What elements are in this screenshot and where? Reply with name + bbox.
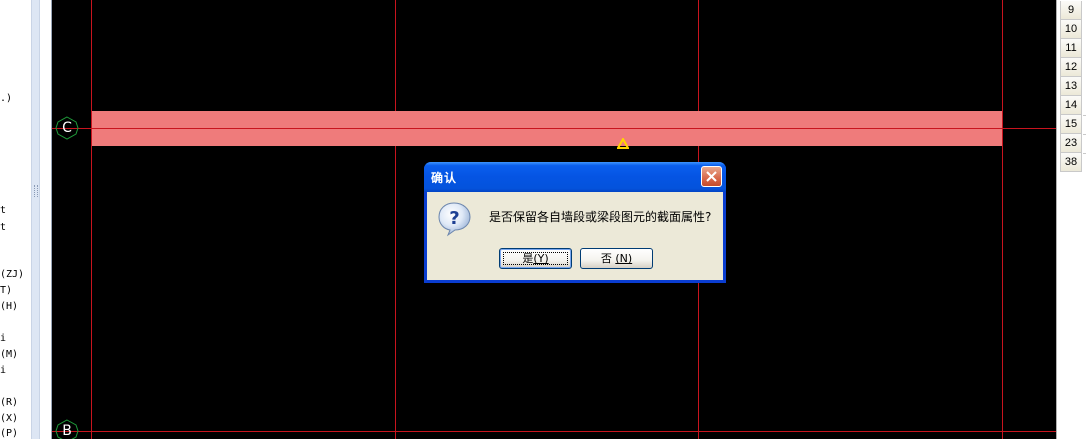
axis-bubble-c[interactable]: C	[55, 116, 79, 140]
axis-label-b: B	[62, 423, 72, 439]
row-number[interactable]: 13	[1060, 77, 1082, 96]
tree-item-fragment[interactable]: (P)	[0, 428, 18, 439]
no-button[interactable]: 否 (N)	[580, 248, 653, 269]
question-icon: ?	[438, 202, 471, 237]
tree-item-fragment[interactable]: i	[0, 365, 6, 376]
row-number-panel: 9 10 11 12 13 14 15 23 38	[1060, 0, 1086, 439]
grid-line-vertical	[1002, 0, 1003, 439]
confirm-dialog: 确认 ? 是否保留各自墙段或梁段图元的截面属性? 是(Y) 否 (N)	[424, 162, 726, 283]
left-tree-panel: .) t t (ZJ) T) (H) i (M) i (R) (X) (P)	[0, 0, 31, 439]
row-number[interactable]: 15	[1060, 115, 1082, 134]
grid-line-vertical	[91, 0, 92, 439]
row-number[interactable]: 11	[1060, 39, 1082, 58]
panel-splitter[interactable]	[31, 0, 40, 439]
tree-item-fragment[interactable]: (X)	[0, 413, 18, 424]
tree-item-fragment[interactable]: .)	[0, 93, 12, 104]
axis-bubble-b[interactable]: B	[55, 419, 79, 439]
no-button-accelerator: (N)	[615, 252, 633, 265]
tree-item-fragment[interactable]: t	[0, 205, 6, 216]
triangle-marker-icon[interactable]	[617, 138, 629, 149]
close-button[interactable]	[701, 166, 722, 187]
tree-item-fragment[interactable]: (R)	[0, 397, 18, 408]
grid-line-vertical	[395, 0, 396, 439]
tree-item-fragment[interactable]: t	[0, 222, 6, 233]
row-number[interactable]: 38	[1060, 153, 1082, 172]
splitter-grip-icon[interactable]	[34, 185, 38, 197]
yes-button-label: 是	[522, 252, 534, 265]
tree-item-fragment[interactable]: (ZJ)	[0, 269, 24, 280]
grid-line-horizontal-b	[52, 431, 1056, 432]
tree-item-fragment[interactable]: i	[0, 333, 6, 344]
axis-label-c: C	[62, 120, 72, 136]
row-number[interactable]: 9	[1060, 1, 1082, 20]
dialog-message: 是否保留各自墙段或梁段图元的截面属性?	[489, 210, 712, 224]
row-number[interactable]: 10	[1060, 20, 1082, 39]
tree-item-fragment[interactable]: (H)	[0, 301, 18, 312]
yes-button-accelerator: (Y)	[533, 252, 549, 265]
canvas-border	[40, 0, 52, 439]
dialog-titlebar[interactable]: 确认	[424, 162, 726, 192]
close-icon	[706, 171, 717, 182]
row-number[interactable]: 23	[1060, 134, 1082, 153]
tree-item-fragment[interactable]: (M)	[0, 349, 18, 360]
row-number[interactable]: 12	[1060, 58, 1082, 77]
dialog-title: 确认	[431, 171, 458, 185]
tree-item-fragment[interactable]: T)	[0, 285, 12, 296]
yes-button[interactable]: 是(Y)	[499, 248, 572, 269]
grid-line-horizontal-c	[52, 128, 1056, 129]
dialog-body: ? 是否保留各自墙段或梁段图元的截面属性? 是(Y) 否 (N)	[427, 192, 723, 280]
svg-text:?: ?	[449, 208, 459, 229]
row-number[interactable]: 14	[1060, 96, 1082, 115]
no-button-label: 否	[600, 252, 612, 265]
